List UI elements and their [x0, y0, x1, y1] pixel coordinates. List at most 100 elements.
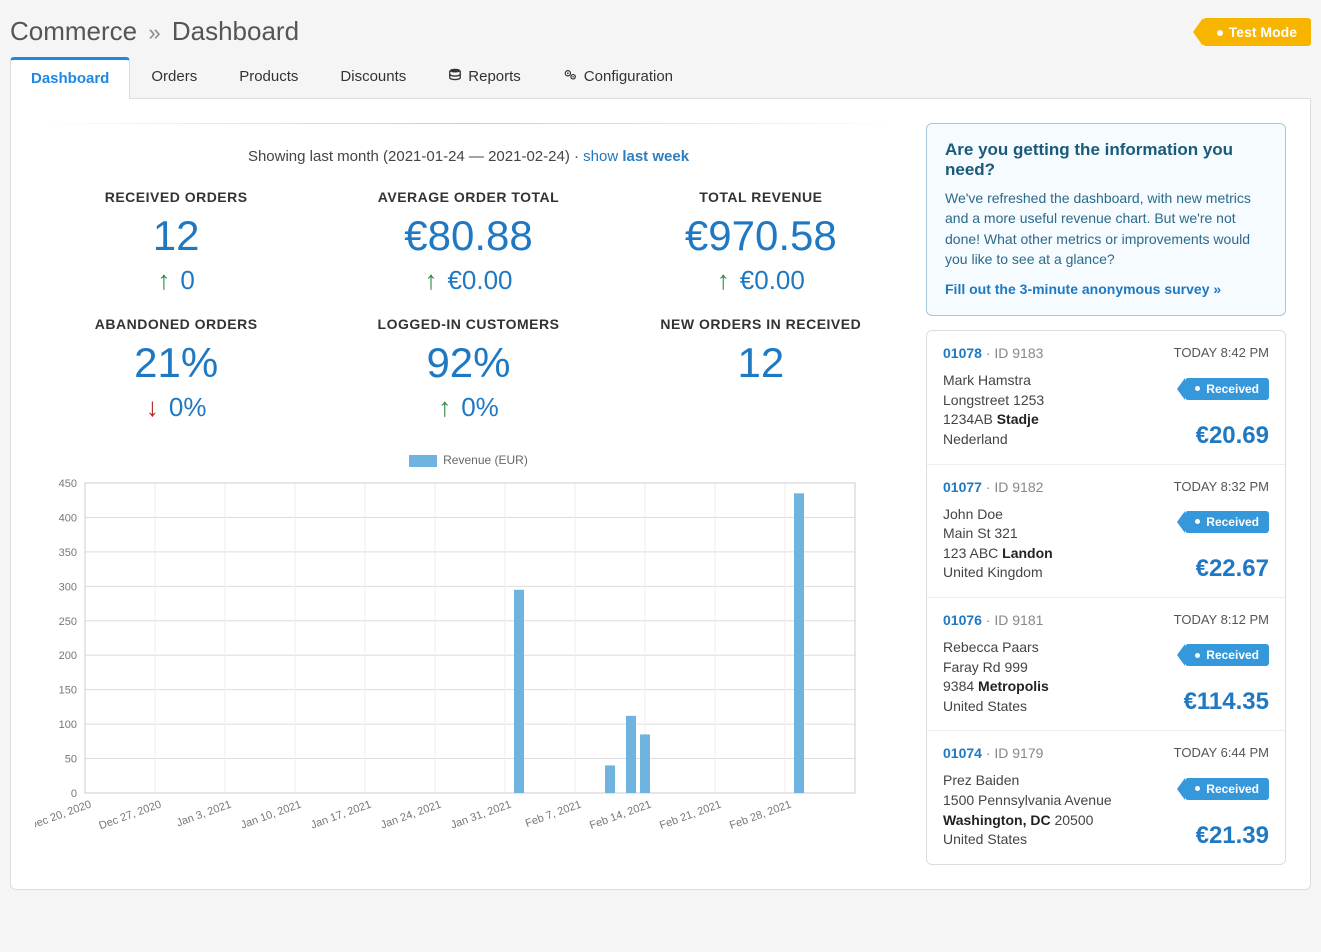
order-ref[interactable]: 01077	[943, 479, 982, 495]
order-row[interactable]: 01077 · ID 9182 TODAY 8:32 PM John DoeMain…	[927, 465, 1285, 598]
order-ref[interactable]: 01078	[943, 345, 982, 361]
metric-delta: ↑0%	[327, 392, 609, 423]
divider	[35, 123, 902, 124]
metric-label: AVERAGE ORDER TOTAL	[327, 189, 609, 205]
tab-discounts[interactable]: Discounts	[319, 57, 427, 98]
test-mode-label: Test Mode	[1229, 24, 1297, 40]
metric-value: 21%	[35, 340, 317, 386]
order-total: €21.39	[1196, 822, 1269, 850]
order-address: Prez Baiden1500 Pennsylvania AvenueWashi…	[943, 771, 1112, 849]
tab-orders[interactable]: Orders	[130, 57, 218, 98]
tab-dashboard[interactable]: Dashboard	[10, 57, 130, 99]
svg-text:Feb 14, 2021: Feb 14, 2021	[588, 799, 653, 832]
svg-text:250: 250	[59, 616, 77, 628]
order-ref[interactable]: 01074	[943, 745, 982, 761]
metric-value: 92%	[327, 340, 609, 386]
order-time: TODAY 8:32 PM	[1174, 479, 1269, 494]
feedback-body: We've refreshed the dashboard, with new …	[945, 188, 1267, 269]
svg-text:Dec 27, 2020: Dec 27, 2020	[97, 799, 163, 833]
test-mode-badge: Test Mode	[1203, 18, 1311, 46]
order-row[interactable]: 01078 · ID 9183 TODAY 8:42 PM Mark Hamstra…	[927, 331, 1285, 464]
order-total: €20.69	[1196, 422, 1269, 450]
status-badge: Received	[1185, 378, 1269, 400]
tab-label: Orders	[151, 68, 197, 85]
dot-icon	[1217, 30, 1223, 36]
metric-label: LOGGED-IN CUSTOMERS	[327, 316, 609, 332]
order-time: TODAY 8:12 PM	[1174, 612, 1269, 627]
order-id: · ID 9183	[986, 345, 1044, 361]
svg-text:Jan 24, 2021: Jan 24, 2021	[379, 799, 443, 832]
dot-icon	[1195, 386, 1200, 391]
date-range-bar: Showing last month (2021-01-24 — 2021-02…	[35, 142, 902, 189]
breadcrumb-section[interactable]: Commerce	[10, 16, 137, 46]
svg-text:Jan 3, 2021: Jan 3, 2021	[175, 799, 233, 830]
metric-delta: ↑€0.00	[327, 265, 609, 296]
metric-value: €80.88	[327, 213, 609, 259]
chart-legend: Revenue (EUR)	[35, 453, 902, 467]
arrow-up-icon: ↑	[424, 265, 437, 296]
dot-icon	[1195, 519, 1200, 524]
dot-icon	[1195, 786, 1200, 791]
metric-label: NEW ORDERS IN RECEIVED	[620, 316, 902, 332]
order-time: TODAY 8:42 PM	[1174, 345, 1269, 360]
svg-text:50: 50	[65, 754, 77, 766]
feedback-survey-link[interactable]: Fill out the 3-minute anonymous survey »	[945, 281, 1221, 297]
order-address: Rebecca PaarsFaray Rd 9999384 Metropolis…	[943, 638, 1049, 716]
metric-delta: ↓0%	[35, 392, 317, 423]
order-id: · ID 9181	[986, 612, 1044, 628]
svg-text:Jan 17, 2021: Jan 17, 2021	[309, 799, 373, 832]
svg-text:Dec 20, 2020: Dec 20, 2020	[35, 799, 93, 833]
metric-delta: ↑0	[35, 265, 317, 296]
database-icon	[448, 68, 462, 86]
tab-label: Reports	[468, 68, 521, 85]
legend-swatch-icon	[409, 455, 437, 467]
svg-text:Jan 10, 2021: Jan 10, 2021	[239, 799, 303, 832]
metric-abandoned-orders: ABANDONED ORDERS21%↓0%	[35, 316, 317, 423]
arrow-down-icon: ↓	[146, 392, 159, 423]
metric-value: €970.58	[620, 213, 902, 259]
svg-text:Feb 21, 2021: Feb 21, 2021	[658, 799, 723, 832]
order-id: · ID 9179	[986, 745, 1044, 761]
breadcrumb-page: Dashboard	[172, 16, 299, 46]
arrow-up-icon: ↑	[157, 265, 170, 296]
date-range-text: Showing last month (2021-01-24 — 2021-02…	[248, 148, 583, 165]
tab-label: Dashboard	[31, 70, 109, 87]
tab-label: Configuration	[584, 68, 673, 85]
arrow-up-icon: ↑	[438, 392, 451, 423]
order-address: John DoeMain St 321123 ABC LandonUnited …	[943, 505, 1053, 583]
tabs: Dashboard Orders Products Discounts Reports C…	[10, 57, 1311, 99]
order-ref[interactable]: 01076	[943, 612, 982, 628]
revenue-chart: Revenue (EUR) 05010015020025030035040045…	[35, 453, 902, 858]
order-id: · ID 9182	[986, 479, 1044, 495]
gears-icon	[563, 68, 578, 86]
metric-total-revenue: TOTAL REVENUE€970.58↑€0.00	[620, 189, 902, 296]
status-badge: Received	[1185, 778, 1269, 800]
svg-text:Feb 7, 2021: Feb 7, 2021	[524, 799, 583, 830]
breadcrumb: Commerce » Dashboard	[10, 16, 299, 47]
svg-text:Feb 28, 2021: Feb 28, 2021	[728, 799, 793, 832]
tab-configuration[interactable]: Configuration	[542, 57, 694, 98]
svg-text:150: 150	[59, 685, 77, 697]
svg-text:Jan 31, 2021: Jan 31, 2021	[449, 799, 513, 832]
feedback-callout: Are you getting the information you need…	[926, 123, 1286, 316]
order-total: €22.67	[1196, 555, 1269, 583]
metric-value: 12	[620, 340, 902, 386]
status-badge: Received	[1185, 644, 1269, 666]
feedback-title: Are you getting the information you need…	[945, 140, 1267, 180]
metric-label: RECEIVED ORDERS	[35, 189, 317, 205]
tab-label: Discounts	[340, 68, 406, 85]
svg-text:0: 0	[71, 788, 77, 800]
svg-text:350: 350	[59, 547, 77, 559]
tab-label: Products	[239, 68, 298, 85]
order-address: Mark HamstraLongstreet 12531234AB Stadje…	[943, 371, 1044, 449]
show-last-week-link[interactable]: show last week	[583, 148, 689, 165]
arrow-up-icon: ↑	[717, 265, 730, 296]
order-row[interactable]: 01074 · ID 9179TODAY 6:44 PMPrez Baiden1…	[927, 731, 1285, 863]
metric-new-orders-in-received: NEW ORDERS IN RECEIVED 12	[620, 316, 902, 423]
order-row[interactable]: 01076 · ID 9181 TODAY 8:12 PM Rebecca Paar…	[927, 598, 1285, 731]
metric-label: TOTAL REVENUE	[620, 189, 902, 205]
tab-reports[interactable]: Reports	[427, 57, 542, 98]
breadcrumb-separator: »	[148, 20, 160, 45]
tab-products[interactable]: Products	[218, 57, 319, 98]
svg-text:400: 400	[59, 513, 77, 525]
